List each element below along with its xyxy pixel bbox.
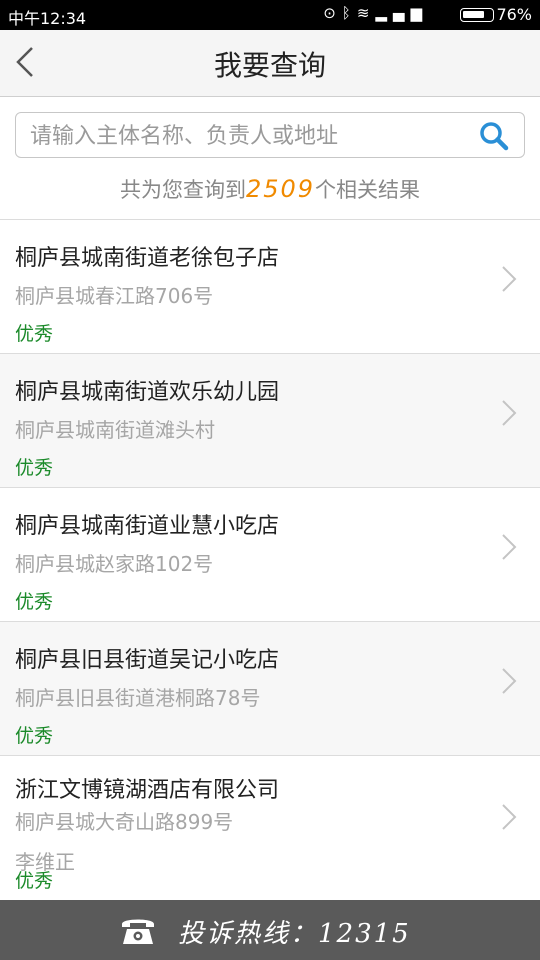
rating-badge: 优秀 [15, 591, 54, 613]
business-name: 桐庐县城南街道业慧小吃店 [15, 514, 280, 539]
search-input[interactable] [28, 119, 472, 153]
battery-level-fill [463, 11, 484, 18]
signal-icon: ▂▄▆ [375, 4, 428, 22]
list-item[interactable]: 桐庐县城南街道老徐包子店 桐庐县城春江路706号 优秀 [0, 219, 540, 353]
summary-prefix: 共为您查询到 [119, 178, 246, 202]
app-header: 我要查询 [0, 30, 540, 97]
chevron-right-icon [502, 804, 517, 830]
business-address: 桐庐县城赵家路102号 [15, 552, 214, 576]
rating-badge: 优秀 [15, 457, 54, 479]
alarm-icon: ⊙ [323, 4, 342, 22]
hotline-text: 投诉热线：12315 [178, 919, 411, 949]
rating-badge: 优秀 [15, 725, 54, 747]
rating-badge: 优秀 [15, 870, 54, 892]
phone-icon [122, 919, 154, 944]
wifi-icon: ≋ [356, 4, 376, 22]
business-address: 桐庐县旧县街道港桐路78号 [15, 686, 261, 710]
business-name: 桐庐县旧县街道吴记小吃店 [15, 648, 280, 673]
search-icon[interactable] [478, 120, 510, 152]
chevron-right-icon [502, 266, 517, 292]
list-item[interactable]: 桐庐县旧县街道吴记小吃店 桐庐县旧县街道港桐路78号 优秀 [0, 621, 540, 755]
chevron-right-icon [502, 534, 517, 560]
business-address: 桐庐县城春江路706号 [15, 284, 214, 308]
result-summary: 共为您查询到2509个相关结果 [0, 174, 540, 204]
business-address: 桐庐县城南街道滩头村 [15, 418, 215, 442]
business-address: 桐庐县城大奇山路899号 [15, 810, 234, 834]
status-time: 中午12:34 [8, 9, 87, 28]
search-box [15, 112, 525, 158]
chevron-right-icon [502, 400, 517, 426]
business-name: 桐庐县城南街道欢乐幼儿园 [15, 380, 280, 405]
list-item[interactable]: 桐庐县城南街道欢乐幼儿园 桐庐县城南街道滩头村 优秀 [0, 353, 540, 487]
bluetooth-icon: ᛒ [341, 4, 357, 22]
battery-icon [460, 8, 494, 22]
list-item[interactable]: 浙江文博镜湖酒店有限公司 桐庐县城大奇山路899号 李维正 优秀 [0, 755, 540, 917]
business-name: 浙江文博镜湖酒店有限公司 [15, 778, 280, 803]
battery-percent: 76% [496, 5, 532, 24]
list-item[interactable]: 桐庐县城南街道业慧小吃店 桐庐县城赵家路102号 优秀 [0, 487, 540, 621]
result-count: 2509 [245, 175, 316, 203]
status-bar: 中午12:34 ⊙ᛒ≋▂▄▆ 76% [0, 0, 540, 30]
rating-badge: 优秀 [15, 323, 54, 345]
result-list: 桐庐县城南街道老徐包子店 桐庐县城春江路706号 优秀 桐庐县城南街道欢乐幼儿园… [0, 219, 540, 917]
chevron-right-icon [502, 668, 517, 694]
page-title: 我要查询 [213, 49, 326, 82]
business-name: 桐庐县城南街道老徐包子店 [15, 246, 280, 271]
status-icons: ⊙ᛒ≋▂▄▆ [323, 4, 428, 22]
complaint-hotline-bar[interactable]: 投诉热线：12315 [0, 900, 540, 960]
summary-suffix: 个相关结果 [315, 178, 421, 202]
